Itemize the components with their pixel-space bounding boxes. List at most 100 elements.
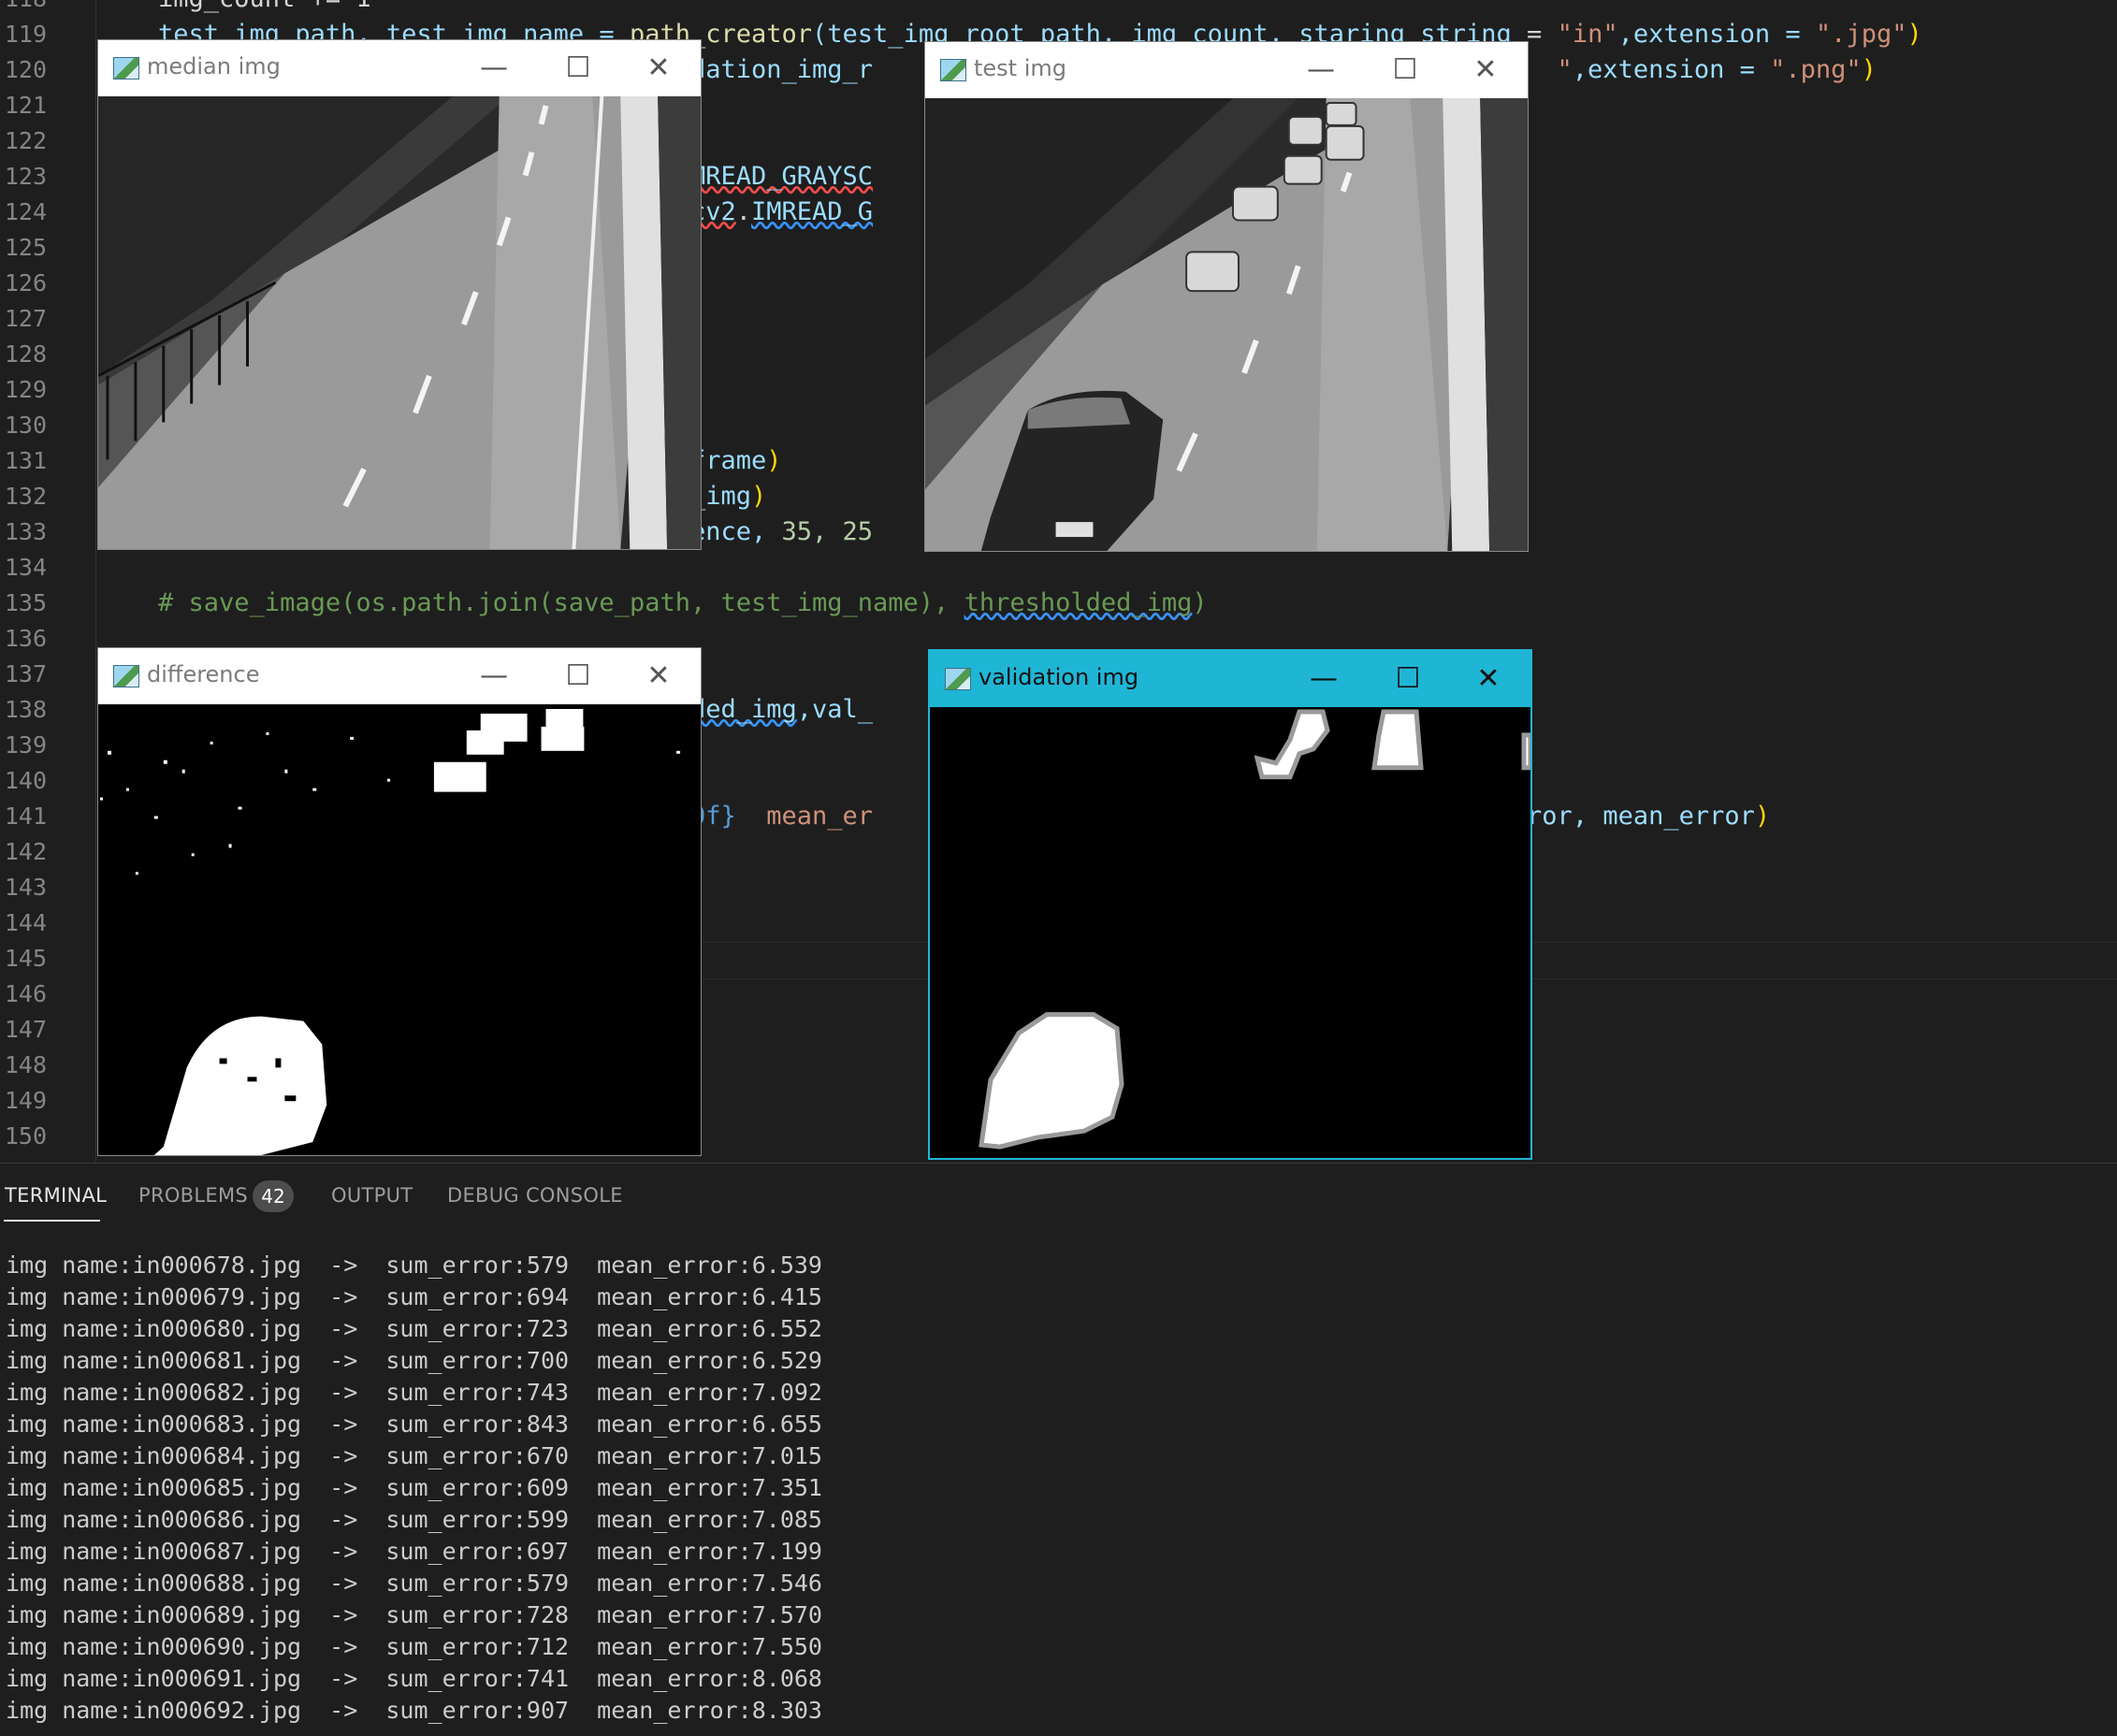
line-number: 126: [4, 269, 47, 297]
line-number: 149: [4, 1087, 47, 1114]
code-token: ): [1907, 20, 1922, 49]
tab-debug-console[interactable]: DEBUG CONSOLE: [447, 1184, 623, 1207]
tab-output[interactable]: OUTPUT: [331, 1184, 413, 1207]
maximize-button[interactable]: ☐: [536, 648, 620, 704]
difference-window[interactable]: difference — ☐ ✕: [97, 647, 702, 1156]
terminal-line: img name:in000683.jpg -> sum_error:843 m…: [6, 1410, 822, 1438]
median-image: [98, 96, 701, 549]
code-line: img_count += 1: [97, 0, 371, 17]
code-token: IMREAD_G: [751, 197, 874, 226]
code-token: "in": [1557, 20, 1618, 49]
opencv-window-icon: [113, 665, 139, 687]
line-number: 124: [4, 198, 47, 225]
window-titlebar[interactable]: difference — ☐ ✕: [98, 648, 701, 704]
minimize-button[interactable]: —: [1279, 42, 1363, 98]
line-number: 121: [4, 92, 47, 119]
line-number: 147: [4, 1016, 47, 1043]
minimize-button[interactable]: —: [1282, 651, 1366, 707]
line-number: 130: [4, 412, 47, 439]
window-title: validation img: [979, 664, 1139, 690]
terminal-line: img name:in000684.jpg -> sum_error:670 m…: [6, 1442, 822, 1469]
code-token: 35, 25: [781, 517, 874, 546]
terminal-line: img name:in000687.jpg -> sum_error:697 m…: [6, 1538, 822, 1565]
median-img-window[interactable]: median img — ☐ ✕: [97, 39, 702, 550]
line-number: 120: [4, 56, 47, 83]
line-number: 150: [4, 1122, 47, 1150]
terminal-line: img name:in000692.jpg -> sum_error:907 m…: [6, 1697, 822, 1724]
line-number: 143: [4, 874, 47, 901]
terminal-line: img name:in000679.jpg -> sum_error:694 m…: [6, 1283, 822, 1310]
window-title: difference: [147, 661, 260, 687]
terminal-output[interactable]: img name:in000678.jpg -> sum_error:579 m…: [6, 1250, 2117, 1727]
window-titlebar[interactable]: median img — ☐ ✕: [98, 40, 701, 96]
code-token: ": [1557, 55, 1573, 84]
code-token: ): [1754, 802, 1771, 831]
close-button[interactable]: ✕: [1443, 42, 1528, 98]
line-number: 139: [4, 731, 47, 759]
code-token: mean_er: [735, 802, 874, 831]
line-number: 136: [4, 625, 47, 652]
code-line: # save_image(os.path.join(save_path, tes…: [97, 586, 1208, 621]
terminal-line: img name:in000689.jpg -> sum_error:728 m…: [6, 1601, 822, 1628]
code-token: ".jpg": [1815, 20, 1907, 49]
close-button[interactable]: ✕: [1446, 651, 1530, 707]
code-token: ): [750, 482, 767, 511]
validation-img-window[interactable]: validation img — ☐ ✕: [928, 649, 1532, 1160]
window-titlebar[interactable]: validation img — ☐ ✕: [930, 651, 1530, 707]
terminal-line: img name:in000681.jpg -> sum_error:700 m…: [6, 1347, 822, 1374]
code-token: ,extension =: [1572, 55, 1771, 84]
maximize-button[interactable]: ☐: [536, 40, 620, 96]
line-number: 131: [4, 447, 47, 474]
terminal-line: img name:in000678.jpg -> sum_error:579 m…: [6, 1251, 822, 1279]
close-button[interactable]: ✕: [616, 648, 701, 704]
code-token: ): [1192, 588, 1208, 617]
code-token: img_count += 1: [97, 0, 371, 13]
terminal-line: img name:in000691.jpg -> sum_error:741 m…: [6, 1665, 822, 1692]
code-token: ): [766, 446, 782, 475]
terminal-line: img name:in000688.jpg -> sum_error:579 m…: [6, 1570, 822, 1597]
code-token: ): [1861, 55, 1877, 84]
code-token: ".png": [1770, 55, 1862, 84]
line-number: 133: [4, 518, 47, 545]
active-tab-indicator: [4, 1220, 100, 1222]
window-title: test img: [974, 55, 1066, 81]
maximize-button[interactable]: ☐: [1363, 42, 1447, 98]
line-number: 123: [4, 163, 47, 190]
opencv-window-icon: [945, 668, 971, 690]
test-image: [925, 98, 1528, 551]
line-number: 128: [4, 340, 47, 368]
line-number: 135: [4, 589, 47, 616]
tab-terminal[interactable]: TERMINAL: [5, 1184, 107, 1207]
window-titlebar[interactable]: test img — ☐ ✕: [925, 42, 1528, 98]
line-number: 137: [4, 660, 47, 687]
code-token: .: [735, 197, 752, 226]
problems-count-badge: 42: [253, 1180, 294, 1212]
line-number: 146: [4, 980, 47, 1007]
minimize-button[interactable]: —: [452, 40, 536, 96]
close-button[interactable]: ✕: [616, 40, 701, 96]
line-number: 119: [4, 21, 47, 48]
line-number: 118: [0, 0, 47, 17]
line-number: 145: [4, 945, 47, 972]
line-number: 127: [4, 305, 47, 332]
bottom-panel: TERMINAL PROBLEMS 42 OUTPUT DEBUG CONSOL…: [0, 1163, 2117, 1736]
line-number: 125: [4, 234, 47, 261]
terminal-line: img name:in000686.jpg -> sum_error:599 m…: [6, 1506, 822, 1533]
validation-image: [930, 707, 1530, 1158]
code-token: ror, mean_error: [1527, 802, 1755, 831]
minimize-button[interactable]: —: [452, 648, 536, 704]
line-number: 148: [4, 1051, 47, 1078]
line-number: 129: [4, 376, 47, 403]
tab-problems[interactable]: PROBLEMS: [138, 1184, 248, 1207]
terminal-line: img name:in000690.jpg -> sum_error:712 m…: [6, 1633, 822, 1660]
line-number: 134: [4, 554, 47, 581]
terminal-line: img name:in000680.jpg -> sum_error:723 m…: [6, 1315, 822, 1342]
line-number: 122: [4, 127, 47, 154]
test-img-window[interactable]: test img — ☐ ✕: [924, 41, 1529, 552]
line-number: 132: [4, 483, 47, 510]
panel-tabs: TERMINAL PROBLEMS 42 OUTPUT DEBUG CONSOL…: [0, 1164, 2117, 1223]
window-title: median img: [147, 53, 281, 80]
line-number: 141: [4, 803, 47, 830]
line-number: 142: [4, 838, 47, 865]
maximize-button[interactable]: ☐: [1366, 651, 1450, 707]
